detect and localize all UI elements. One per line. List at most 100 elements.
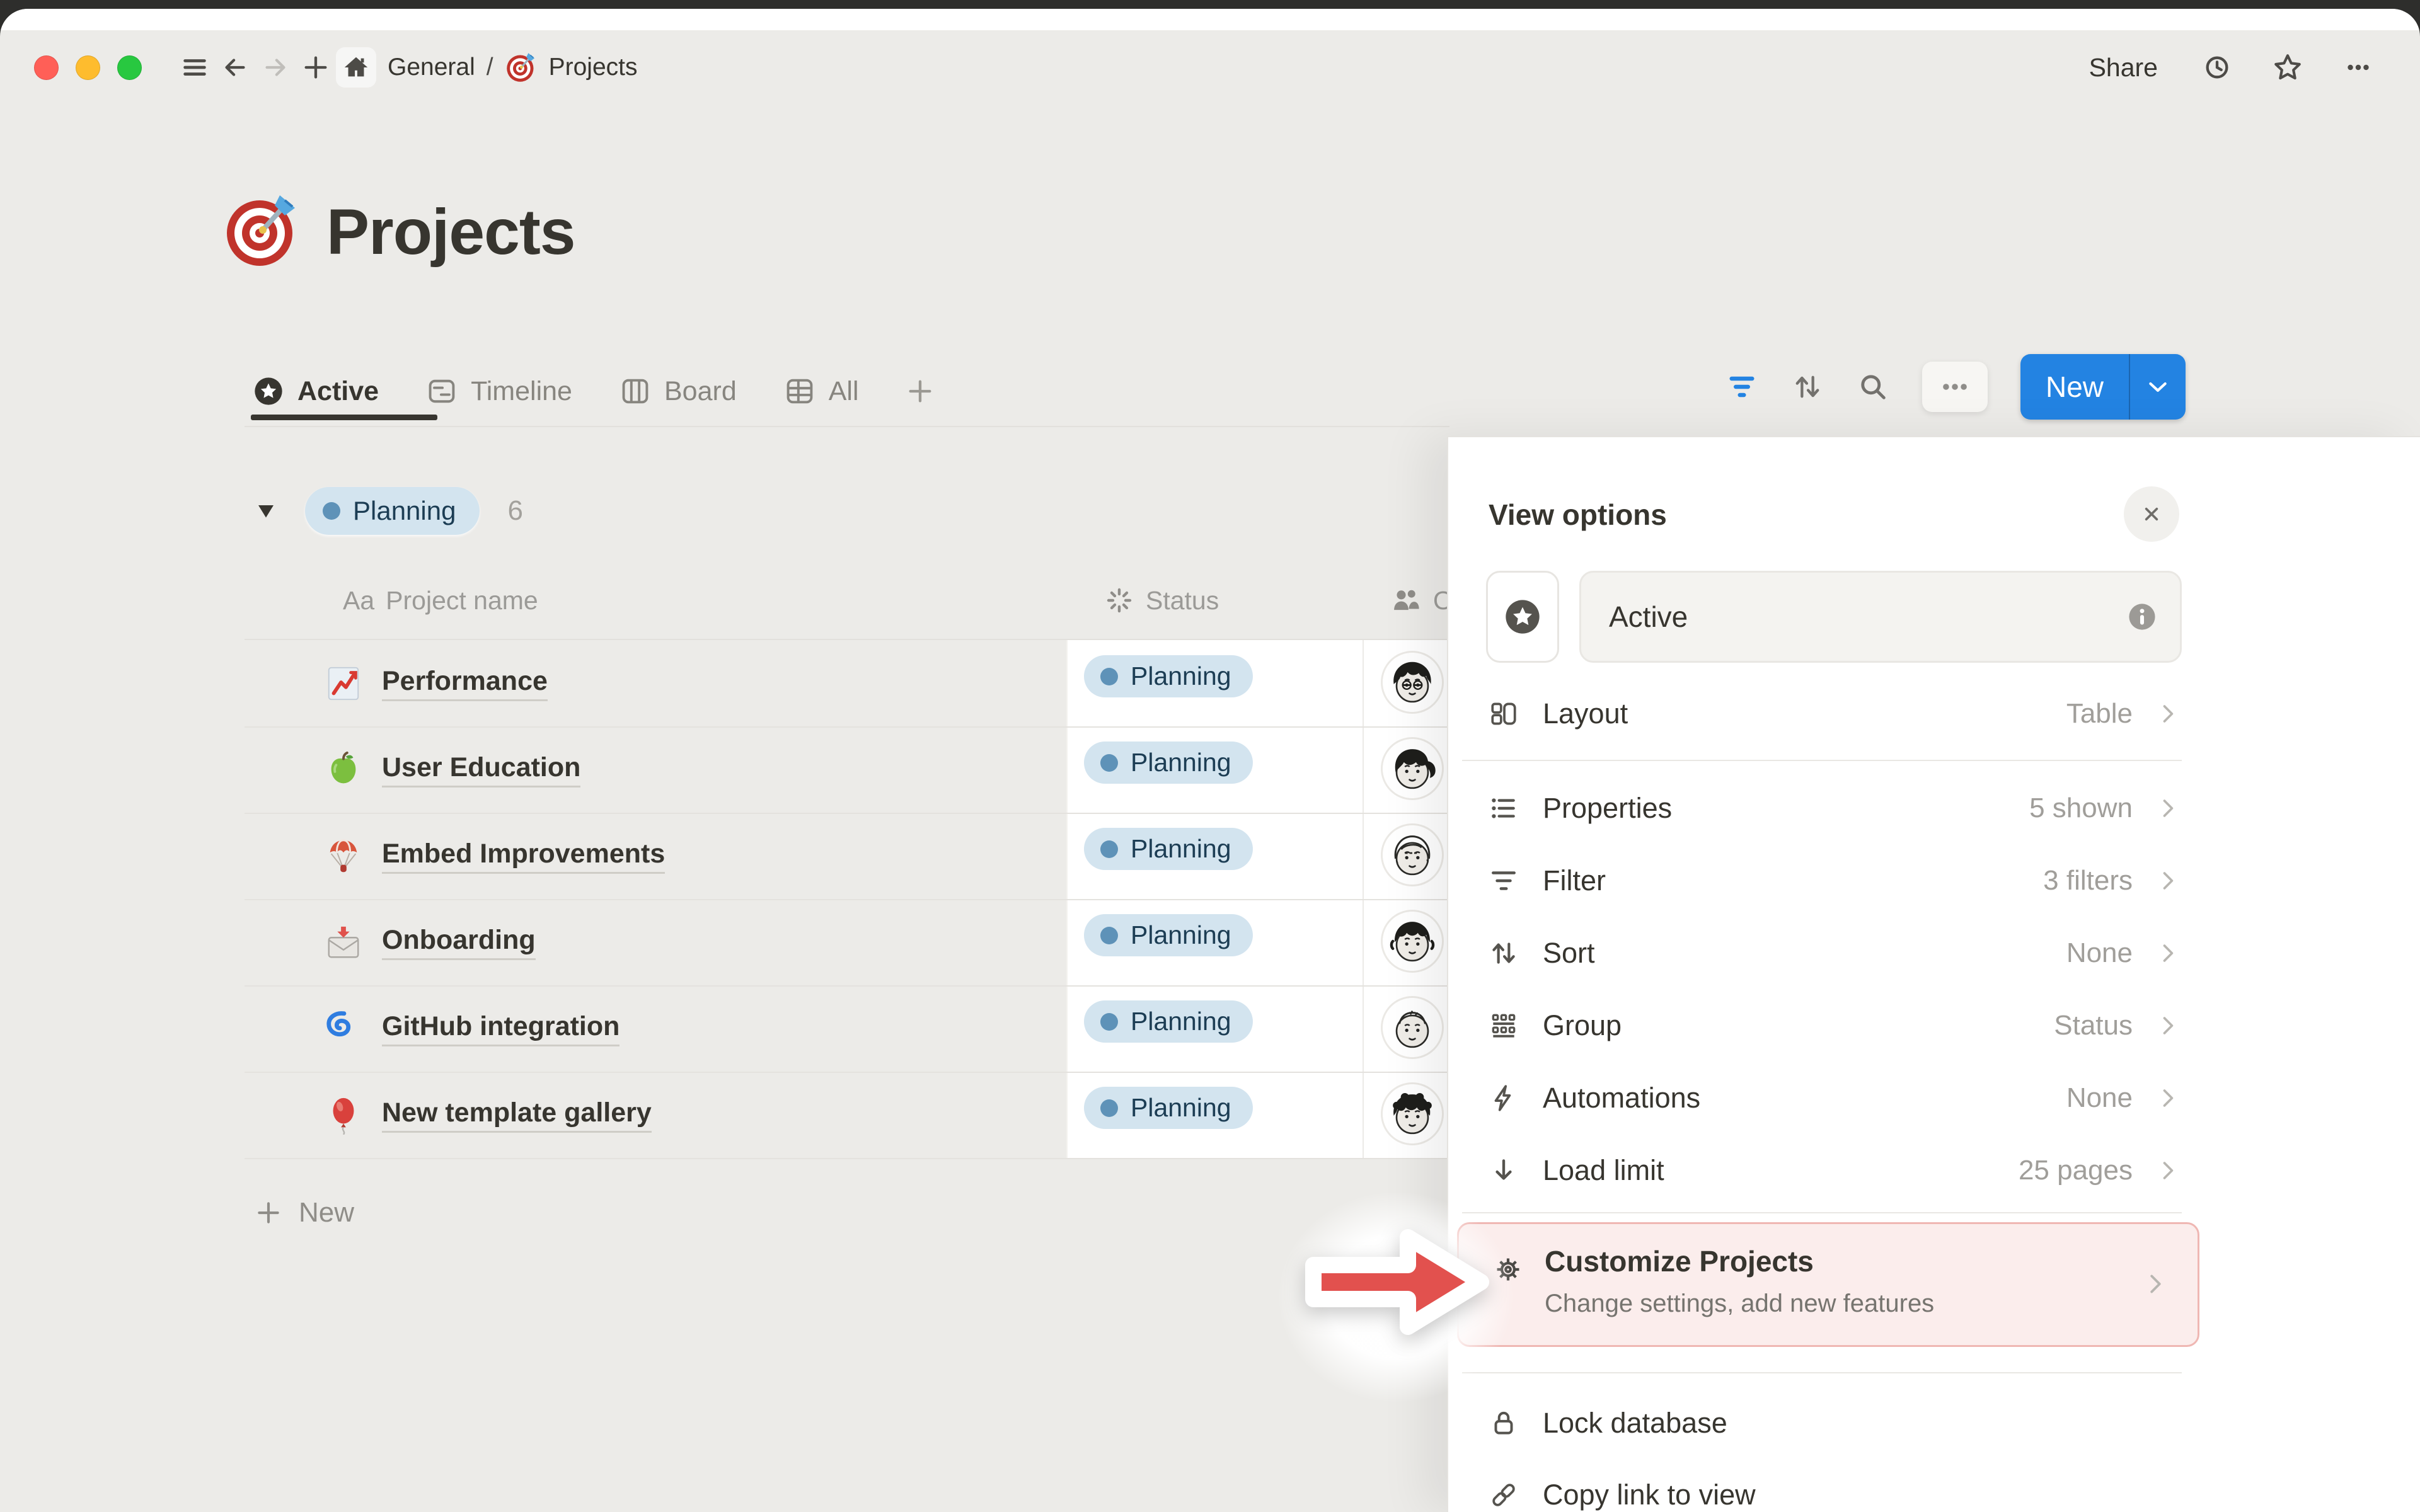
row-title[interactable]: Performance bbox=[382, 666, 548, 701]
new-dropdown-button[interactable] bbox=[2130, 354, 2186, 420]
tabs-divider bbox=[245, 426, 1449, 427]
panel-row-layout[interactable]: Layout Table bbox=[1486, 678, 2182, 750]
share-button[interactable]: Share bbox=[2083, 49, 2164, 86]
screenshot-root: General / Projects Share Projects Active bbox=[0, 0, 2420, 1512]
panel-row-properties[interactable]: Properties 5 shown bbox=[1486, 772, 2182, 844]
panel-divider bbox=[1462, 760, 2182, 761]
row-title[interactable]: Embed Improvements bbox=[382, 839, 665, 874]
view-icon-button[interactable] bbox=[1486, 571, 1559, 663]
info-icon[interactable] bbox=[2126, 600, 2158, 633]
sidebar-menu-icon[interactable] bbox=[175, 47, 215, 88]
parachute-icon bbox=[324, 837, 363, 876]
link-icon bbox=[1486, 1479, 1521, 1511]
tab-board[interactable]: Board bbox=[619, 375, 737, 408]
new-page-icon[interactable] bbox=[296, 47, 336, 88]
chart-increasing-icon bbox=[324, 664, 363, 703]
add-view-button[interactable] bbox=[906, 377, 935, 406]
table-column-headers: Aa Project name Status O bbox=[0, 562, 1449, 639]
breadcrumb-root[interactable]: General bbox=[388, 54, 475, 81]
panel-row-filter[interactable]: Filter 3 filters bbox=[1486, 845, 2182, 917]
status-chip[interactable]: Planning bbox=[1084, 914, 1253, 956]
tab-active[interactable]: Active bbox=[252, 375, 379, 408]
row-title[interactable]: User Education bbox=[382, 752, 580, 788]
add-row-button[interactable]: New bbox=[255, 1178, 354, 1247]
window-top-edge bbox=[0, 9, 2420, 30]
view-options-button[interactable] bbox=[1922, 362, 1988, 412]
status-dot bbox=[323, 502, 340, 520]
breadcrumb-page[interactable]: Projects bbox=[549, 54, 638, 81]
panel-row-lock-database[interactable]: Lock database bbox=[1486, 1387, 2182, 1459]
panel-row-copy-link[interactable]: Copy link to view bbox=[1486, 1459, 2182, 1512]
chevron-right-icon bbox=[2141, 1269, 2170, 1302]
row-title[interactable]: GitHub integration bbox=[382, 1011, 619, 1046]
table-row[interactable]: Onboarding Planning bbox=[245, 899, 1449, 987]
customize-subtitle: Change settings, add new features bbox=[1545, 1290, 1934, 1318]
plus-icon bbox=[906, 377, 935, 406]
status-chip[interactable]: Planning bbox=[1084, 828, 1253, 870]
status-chip[interactable]: Planning bbox=[1084, 1000, 1253, 1043]
column-header-project-name[interactable]: Aa Project name bbox=[343, 562, 538, 639]
status-chip[interactable]: Planning bbox=[1084, 1087, 1253, 1129]
owner-avatar[interactable] bbox=[1383, 825, 1442, 885]
owner-avatar[interactable] bbox=[1383, 739, 1442, 798]
chevron-right-icon bbox=[2154, 1084, 2182, 1112]
new-button[interactable]: New bbox=[2020, 354, 2186, 420]
column-header-status[interactable]: Status bbox=[1104, 562, 1219, 639]
annotation-arrow-icon bbox=[1302, 1210, 1491, 1354]
tab-all[interactable]: All bbox=[783, 375, 859, 408]
page-title: Projects bbox=[222, 190, 575, 274]
row-title[interactable]: New template gallery bbox=[382, 1097, 652, 1133]
forward-icon bbox=[255, 47, 296, 88]
status-chip[interactable]: Planning bbox=[1084, 742, 1253, 784]
customize-projects-row[interactable]: Customize Projects Change settings, add … bbox=[1457, 1222, 2199, 1347]
page-title-text[interactable]: Projects bbox=[326, 195, 575, 269]
owner-avatar[interactable] bbox=[1383, 912, 1442, 971]
plus-icon bbox=[255, 1199, 282, 1227]
minimize-window-button[interactable] bbox=[76, 55, 100, 80]
close-window-button[interactable] bbox=[34, 55, 59, 80]
chevron-right-icon bbox=[2154, 939, 2182, 967]
panel-title: View options bbox=[1489, 498, 1667, 532]
green-apple-icon bbox=[324, 750, 363, 789]
active-tab-underline bbox=[251, 415, 437, 420]
table-row[interactable]: GitHub integration Planning bbox=[245, 985, 1449, 1073]
chevron-right-icon bbox=[2154, 794, 2182, 822]
owner-avatar[interactable] bbox=[1383, 1084, 1442, 1143]
collapse-triangle-icon[interactable] bbox=[255, 500, 277, 522]
chevron-right-icon bbox=[2154, 1012, 2182, 1040]
breadcrumb: General / Projects bbox=[388, 51, 637, 84]
more-options-icon[interactable] bbox=[2341, 47, 2376, 88]
home-icon[interactable] bbox=[336, 47, 376, 88]
sort-icon[interactable] bbox=[1791, 370, 1824, 403]
table-row[interactable]: Embed Improvements Planning bbox=[245, 813, 1449, 900]
back-icon[interactable] bbox=[215, 47, 255, 88]
panel-row-load-limit[interactable]: Load limit 25 pages bbox=[1486, 1135, 2182, 1206]
table-row[interactable]: User Education Planning bbox=[245, 726, 1449, 814]
owner-avatar[interactable] bbox=[1383, 653, 1442, 712]
status-chip[interactable]: Planning bbox=[1084, 655, 1253, 697]
filter-icon[interactable] bbox=[1726, 370, 1758, 403]
more-options-icon bbox=[1939, 370, 1971, 403]
tab-timeline[interactable]: Timeline bbox=[425, 375, 572, 408]
zoom-window-button[interactable] bbox=[117, 55, 142, 80]
panel-row-group[interactable]: Group Status bbox=[1486, 990, 2182, 1062]
table-row[interactable]: Performance Planning bbox=[245, 640, 1449, 728]
page-icon-target-dart[interactable] bbox=[222, 190, 302, 274]
column-header-owner[interactable]: O bbox=[1389, 562, 1453, 639]
history-clock-icon[interactable] bbox=[2199, 47, 2235, 88]
breadcrumb-separator: / bbox=[487, 54, 493, 81]
group-header: Planning 6 bbox=[255, 476, 523, 546]
panel-row-automations[interactable]: Automations None bbox=[1486, 1062, 2182, 1134]
search-icon[interactable] bbox=[1857, 370, 1889, 403]
group-status-chip[interactable]: Planning bbox=[305, 487, 480, 535]
owner-avatar[interactable] bbox=[1383, 998, 1442, 1057]
view-name-input[interactable]: Active bbox=[1579, 571, 2182, 663]
row-title[interactable]: Onboarding bbox=[382, 925, 536, 960]
table-row[interactable]: New template gallery Planning bbox=[245, 1072, 1449, 1159]
view-options-panel: View options Active Layout Table Propert… bbox=[1447, 436, 2420, 1512]
close-panel-button[interactable] bbox=[2124, 486, 2179, 542]
chevron-down-icon bbox=[2145, 374, 2170, 399]
titlebar-actions: Share bbox=[2083, 47, 2376, 88]
favorite-star-icon[interactable] bbox=[2270, 47, 2305, 88]
panel-row-sort[interactable]: Sort None bbox=[1486, 917, 2182, 989]
